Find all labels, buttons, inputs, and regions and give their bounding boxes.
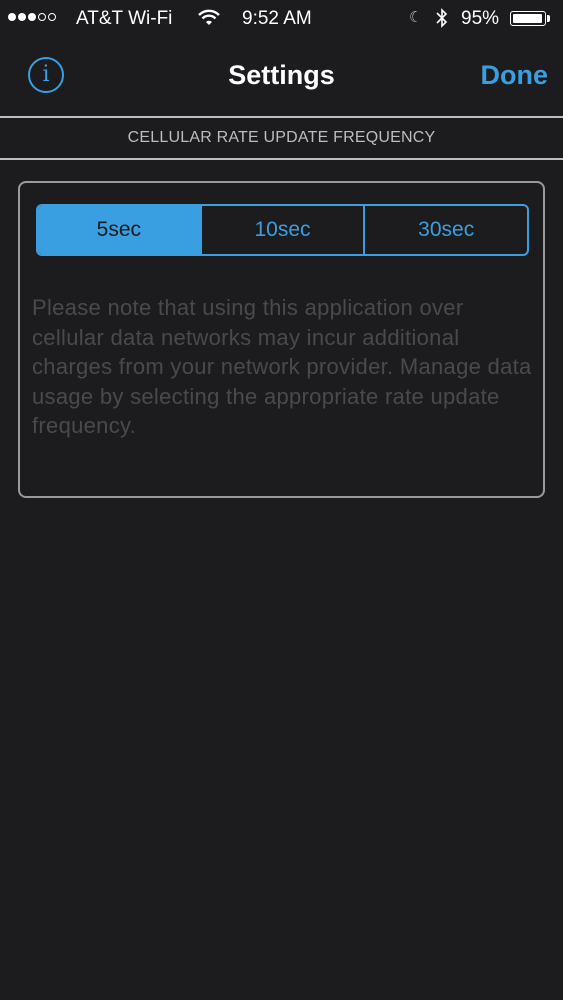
- page-title: Settings: [228, 60, 335, 90]
- done-button[interactable]: Done: [481, 60, 549, 91]
- bluetooth-icon: [436, 8, 448, 33]
- signal-strength-icon: [8, 13, 56, 21]
- section-header: CELLULAR RATE UPDATE FREQUENCY: [0, 116, 563, 160]
- frequency-settings-card: 5sec 10sec 30sec Please note that using …: [18, 181, 545, 498]
- segment-10sec[interactable]: 10sec: [199, 206, 364, 254]
- frequency-segmented-control: 5sec 10sec 30sec: [36, 204, 529, 256]
- segment-30sec[interactable]: 30sec: [363, 206, 527, 254]
- carrier-name: AT&T Wi-Fi: [76, 8, 173, 29]
- battery-fill: [513, 14, 542, 23]
- status-bar: AT&T Wi-Fi 9:52 AM ☾ 95%: [0, 0, 563, 38]
- clock-time: 9:52 AM: [242, 8, 312, 29]
- segment-5sec[interactable]: 5sec: [38, 206, 200, 254]
- battery-percentage: 95%: [461, 8, 500, 29]
- wifi-icon: [197, 9, 221, 33]
- battery-icon: [510, 11, 550, 26]
- navigation-bar: i Settings Done: [0, 40, 563, 114]
- do-not-disturb-icon: ☾: [409, 9, 423, 26]
- data-usage-note: Please note that using this application …: [32, 295, 532, 438]
